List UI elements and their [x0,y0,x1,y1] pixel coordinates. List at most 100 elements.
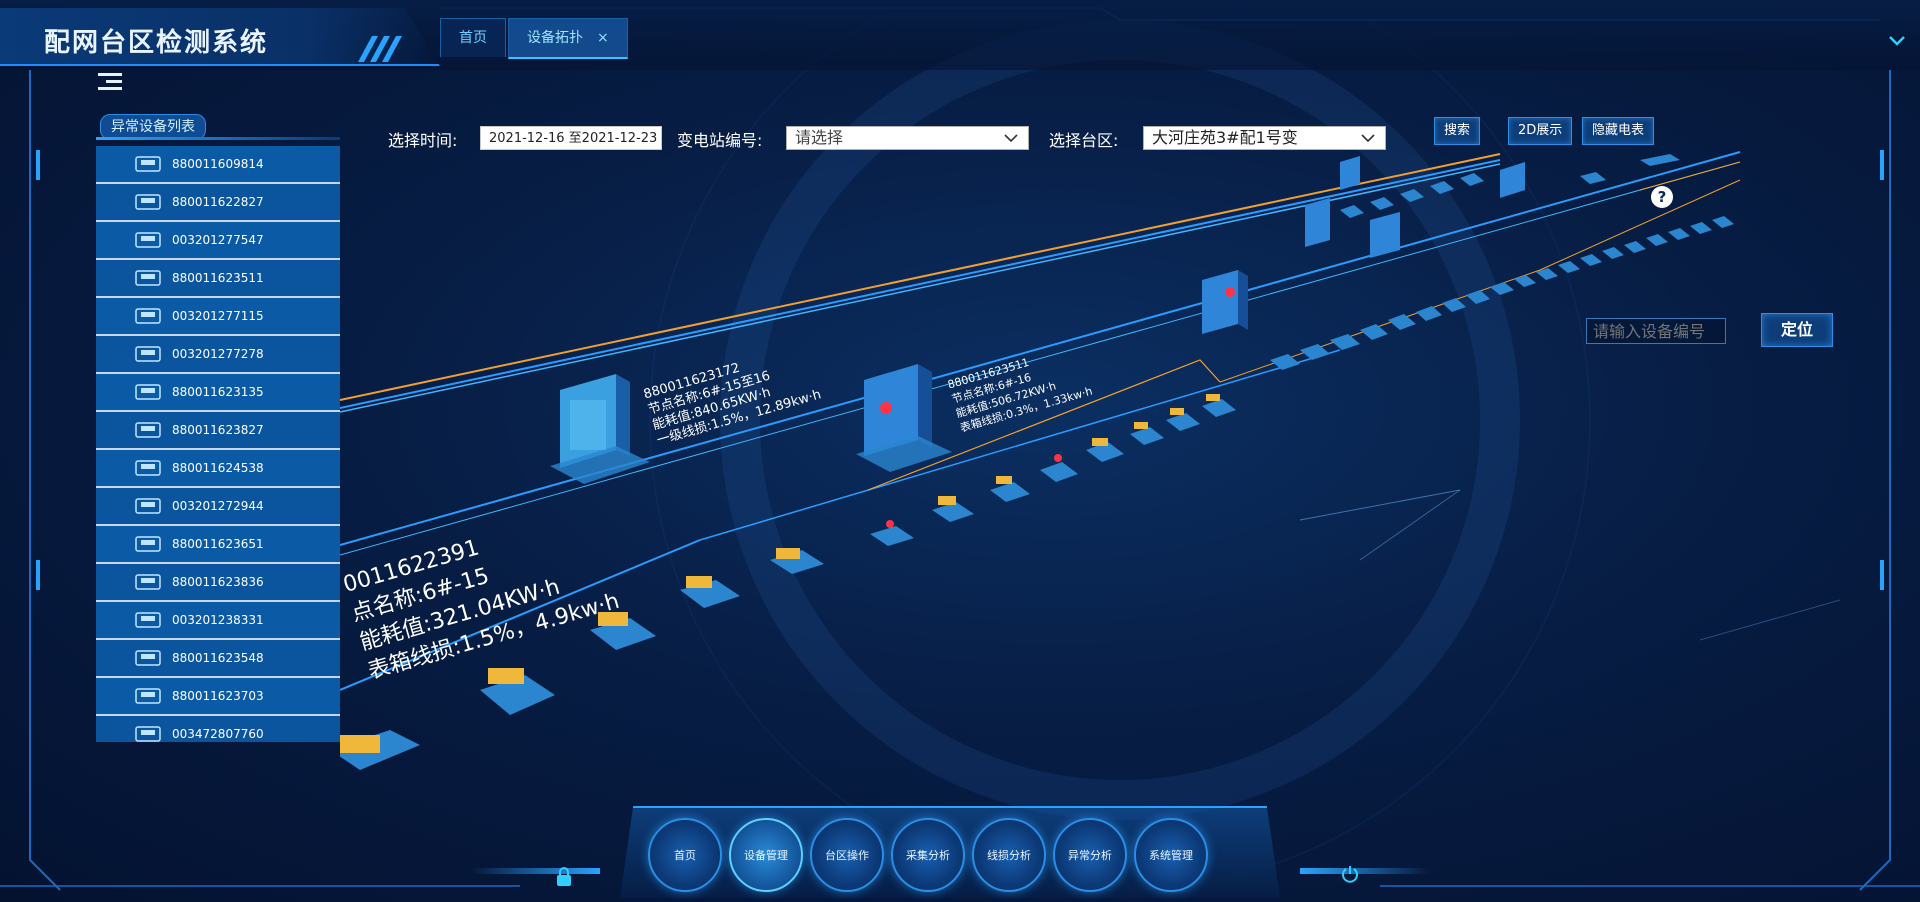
bottom-nav-item[interactable]: 首页 [648,818,722,892]
meter-icon [134,383,162,401]
device-id: 880011623827 [172,423,264,437]
bottom-nav-item[interactable]: 台区操作 [810,818,884,892]
device-id: 003472807760 [172,727,264,741]
meter-icon [134,193,162,211]
meter-icon [134,269,162,287]
bottom-decoration-bar [1300,868,1430,874]
device-id: 880011623548 [172,651,264,665]
abnormal-device-list[interactable]: 880011609814 880011622827 003201277547 8800… [96,146,340,742]
device-id: 880011623836 [172,575,264,589]
bottom-nav: 首页 设备管理 台区操作 采集分析 线损分析 异常分析 系统管理 [648,818,1215,892]
list-title-underline [96,137,340,140]
chevron-down-icon[interactable] [1888,32,1906,53]
topology-canvas[interactable] [340,150,1760,770]
bottom-nav-item[interactable]: 线损分析 [972,818,1046,892]
meter-icon [134,649,162,667]
device-id: 003201277115 [172,309,264,323]
meter-icon [134,459,162,477]
help-icon[interactable]: ? [1651,186,1673,208]
device-list-item[interactable]: 880011623511 [96,260,340,298]
tab-home-label: 首页 [459,30,487,46]
bottom-nav-item[interactable]: 系统管理 [1134,818,1208,892]
device-list-item[interactable]: 003201277547 [96,222,340,260]
meter-icon [134,687,162,705]
search-button[interactable]: 搜索 [1434,117,1481,145]
cabinet-node-alarm[interactable] [1202,270,1248,334]
station-label: 变电站编号: [677,131,763,150]
device-list-item[interactable]: 880011624538 [96,450,340,488]
area-select[interactable]: 大河庄苑3#配1号变 [1143,126,1386,150]
cabinet-node[interactable] [1370,212,1400,258]
meter-box[interactable] [1166,408,1200,431]
device-id: 003201272944 [172,499,264,513]
device-list-item[interactable]: 003201272944 [96,488,340,526]
bottom-nav-item[interactable]: 设备管理 [729,818,803,892]
bottom-nav-item[interactable]: 异常分析 [1053,818,1127,892]
power-icon[interactable] [1340,864,1360,888]
meter-icon [134,345,162,363]
device-list-item[interactable]: 880011623651 [96,526,340,564]
meter-box-row[interactable] [1270,216,1734,370]
device-id: 880011623511 [172,271,264,285]
station-select-value: 请选择 [795,128,844,147]
device-list-item[interactable]: 880011623135 [96,374,340,412]
device-id: 880011623703 [172,689,264,703]
time-label: 选择时间: [388,131,458,150]
device-list-item[interactable]: 880011609814 [96,146,340,184]
area-select-value: 大河庄苑3#配1号变 [1152,128,1298,147]
locate-button[interactable]: 定位 [1761,313,1833,347]
meter-box[interactable] [340,730,420,770]
close-icon[interactable]: × [597,30,609,46]
station-select[interactable]: 请选择 [786,126,1029,150]
meter-icon [134,611,162,629]
bottom-decoration-bar [470,868,600,874]
meter-box[interactable] [1086,438,1124,462]
device-id: 880011623651 [172,537,264,551]
device-id: 003201277278 [172,347,264,361]
tab-home[interactable]: 首页 [440,18,506,57]
cabinet-node[interactable] [1305,198,1330,247]
device-list-item[interactable]: 880011623703 [96,678,340,716]
device-list-item[interactable]: 003201277278 [96,336,340,374]
device-list-item[interactable]: 003201238331 [96,602,340,640]
meter-box[interactable] [932,496,974,522]
meter-box-alarm[interactable] [1040,454,1078,482]
device-id: 003201238331 [172,613,264,627]
device-id-input[interactable] [1586,318,1726,344]
device-list-item[interactable]: 880011623548 [96,640,340,678]
meter-icon [134,155,162,173]
meter-box[interactable] [1202,394,1236,417]
cabinet-node-alarm[interactable] [856,364,952,472]
menu-icon[interactable] [98,73,122,93]
meter-box[interactable] [480,668,555,715]
tab-device-topology-label: 设备拓扑 [527,30,583,46]
area-label: 选择台区: [1049,131,1119,150]
tab-device-topology[interactable]: 设备拓扑 × [508,18,628,59]
date-range-picker[interactable]: 2021-12-16 至2021-12-23 [480,126,662,150]
meter-box-alarm[interactable] [870,520,914,546]
meter-box[interactable] [680,576,740,608]
device-list-item[interactable]: 880011623827 [96,412,340,450]
meter-box[interactable] [990,476,1030,502]
lock-icon[interactable] [554,866,574,892]
device-list-item[interactable]: 880011623836 [96,564,340,602]
meter-icon [134,307,162,325]
meter-icon [134,725,162,742]
device-id: 880011624538 [172,461,264,475]
meter-box[interactable] [1130,422,1164,445]
bottom-nav-item[interactable]: 采集分析 [891,818,965,892]
app-title: 配网台区检测系统 [44,28,269,58]
cabinet-node[interactable] [1340,156,1360,190]
meter-box[interactable] [770,548,824,574]
tab-bar: 首页 设备拓扑 × [440,18,630,59]
cabinet-node[interactable] [1500,162,1525,198]
meter-icon [134,421,162,439]
device-id: 003201277547 [172,233,264,247]
device-list-item[interactable]: 003201277115 [96,298,340,336]
device-list-item[interactable]: 880011622827 [96,184,340,222]
device-list-item[interactable]: 003472807760 [96,716,340,742]
cabinet-node[interactable] [550,374,650,484]
device-id: 880011623135 [172,385,264,399]
view-2d-button[interactable]: 2D展示 [1508,117,1573,145]
hide-meter-button[interactable]: 隐藏电表 [1582,117,1655,145]
